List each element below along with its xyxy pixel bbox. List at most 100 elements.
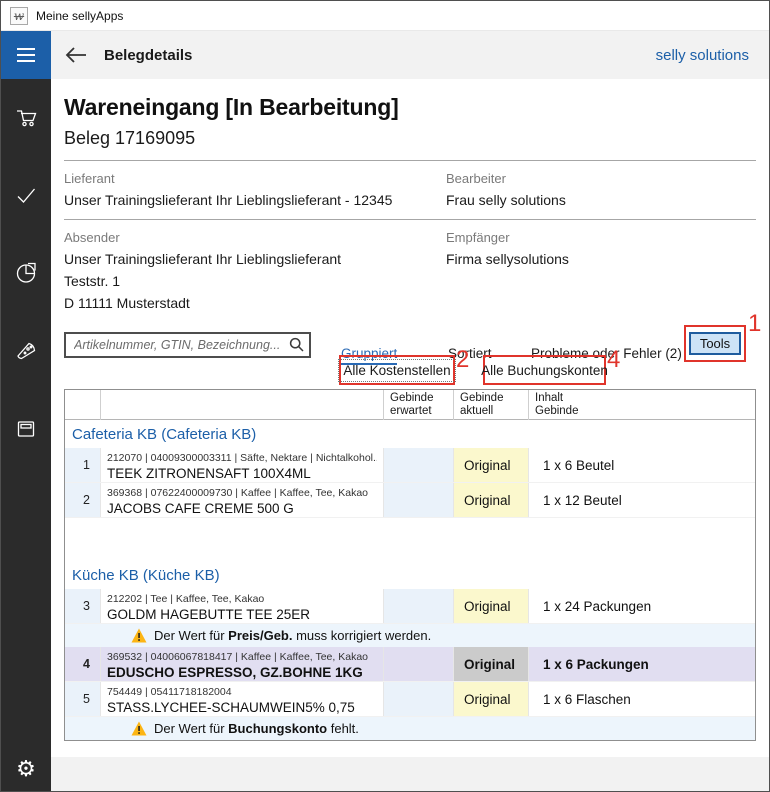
table-row[interactable]: 5 754449 | 05411718182004 STASS.LYCHEE-S…	[65, 682, 755, 717]
table-row[interactable]: 3 212202 | Tee | Kaffee, Tee, Kakao GOLD…	[65, 589, 755, 624]
check-icon[interactable]	[13, 182, 39, 208]
empfaenger-label: Empfänger	[446, 230, 756, 245]
app-header: Belegdetails selly solutions	[51, 31, 769, 79]
lieferant-label: Lieferant	[64, 171, 446, 186]
app-window: w Meine sellyApps	[0, 0, 770, 792]
warning-message: Der Wert für Buchungskonto fehlt.	[101, 717, 755, 740]
content-area: Wareneingang [In Bearbeitung] Beleg 1716…	[51, 79, 769, 757]
gebinde-aktuell-cell[interactable]: Original	[454, 448, 529, 482]
gebinde-erwartet-cell	[384, 647, 454, 681]
inhalt-gebinde-cell: 1 x 24 Packungen	[529, 589, 755, 623]
sidebar-nav	[13, 79, 39, 442]
document-title: Wareneingang [In Bearbeitung]	[64, 94, 756, 121]
absender-line: Teststr. 1	[64, 274, 446, 289]
absender-label: Absender	[64, 230, 446, 245]
inhalt-gebinde-cell: 1 x 6 Flaschen	[529, 682, 755, 716]
col-article	[101, 390, 384, 420]
inhalt-gebinde-cell: 1 x 12 Beutel	[529, 483, 755, 517]
annotation-box-2: Alle Kostenstellen	[339, 355, 455, 385]
lieferant-value: Unser Trainingslieferant Ihr Lieblingsli…	[64, 192, 446, 208]
group-header-kueche: Küche KB (Küche KB)	[65, 561, 755, 589]
article-meta: 212070 | 04009300003311 | Säfte, Nektare…	[107, 452, 377, 464]
pie-chart-icon[interactable]	[13, 260, 39, 286]
article-name: EDUSCHO ESPRESSO, GZ.BOHNE 1KG	[107, 665, 377, 680]
hamburger-menu-button[interactable]	[1, 31, 51, 79]
positions-table: Gebindeerwartet Gebindeaktuell InhaltGeb…	[64, 389, 756, 741]
gebinde-erwartet-cell	[384, 448, 454, 482]
pizza-icon[interactable]	[13, 338, 39, 364]
window-title: Meine sellyApps	[36, 9, 123, 23]
col-inhalt-gebinde: InhaltGebinde	[529, 390, 755, 420]
article-cell: 754449 | 05411718182004 STASS.LYCHEE-SCH…	[101, 682, 384, 716]
article-name: TEEK ZITRONENSAFT 100X4ML	[107, 466, 377, 481]
tools-button[interactable]: Tools	[689, 332, 741, 355]
gear-icon[interactable]: ⚙	[16, 759, 36, 781]
table-row[interactable]: 2 369368 | 07622400009730 | Kaffee | Kaf…	[65, 483, 755, 518]
gebinde-aktuell-cell[interactable]: Original	[454, 647, 529, 681]
article-name: STASS.LYCHEE-SCHAUMWEIN5% 0,75	[107, 700, 377, 715]
warning-message: Der Wert für Preis/Geb. muss korrigiert …	[101, 624, 755, 647]
gebinde-erwartet-cell	[384, 589, 454, 623]
gebinde-aktuell-cell[interactable]: Original	[454, 589, 529, 623]
app-logo-icon: w	[10, 7, 28, 25]
group-gap	[65, 518, 755, 561]
gebinde-erwartet-cell	[384, 682, 454, 716]
warning-icon	[131, 721, 147, 736]
article-cell: 212070 | 04009300003311 | Säfte, Nektare…	[101, 448, 384, 482]
kostenstellen-dropdown[interactable]: Alle Kostenstellen	[338, 359, 455, 382]
warning-gutter	[65, 717, 101, 740]
article-cell: 369368 | 07622400009730 | Kaffee | Kaffe…	[101, 483, 384, 517]
bottom-bar	[51, 757, 769, 791]
annotation-digit-4: 4	[607, 348, 620, 372]
back-button[interactable]	[64, 45, 88, 65]
warning-icon	[131, 628, 147, 643]
article-meta: 212202 | Tee | Kaffee, Tee, Kakao	[107, 593, 377, 605]
table-row[interactable]: 1 212070 | 04009300003311 | Säfte, Nekta…	[65, 448, 755, 483]
brand-label: selly solutions	[656, 47, 749, 64]
group-header-cafeteria: Cafeteria KB (Cafeteria KB)	[65, 420, 755, 448]
annotation-digit-1: 1	[748, 312, 761, 336]
empfaenger-value: Firma sellysolutions	[446, 252, 756, 267]
search-icon	[289, 337, 304, 357]
row-number: 2	[65, 483, 101, 517]
table-row-selected[interactable]: 4 369532 | 04006067818417 | Kaffee | Kaf…	[65, 647, 755, 682]
buchungskonten-dropdown[interactable]: Alle Buchungskonten	[476, 359, 613, 382]
annotation-box-4: Alle Buchungskonten	[483, 355, 606, 385]
article-meta: 754449 | 05411718182004	[107, 686, 377, 698]
absender-line: D 11111 Musterstadt	[64, 296, 446, 311]
annotation-digit-2: 2	[456, 348, 469, 372]
table-header-row: Gebindeerwartet Gebindeaktuell InhaltGeb…	[65, 390, 755, 420]
list-toolbar: Gruppiert Sortiert Probleme oder Fehler …	[64, 332, 756, 389]
absender-line: Unser Trainingslieferant Ihr Lieblingsli…	[64, 252, 446, 267]
col-gebinde-aktuell: Gebindeaktuell	[454, 390, 529, 420]
search-input[interactable]	[64, 332, 311, 358]
gebinde-aktuell-cell[interactable]: Original	[454, 682, 529, 716]
bearbeiter-label: Bearbeiter	[446, 171, 756, 186]
warning-row: Der Wert für Buchungskonto fehlt.	[65, 717, 755, 740]
sidebar: ⚙	[1, 31, 51, 791]
warning-row: Der Wert für Preis/Geb. muss korrigiert …	[65, 624, 755, 647]
warning-gutter	[65, 624, 101, 647]
inhalt-gebinde-cell: 1 x 6 Packungen	[529, 647, 755, 681]
article-cell: 369532 | 04006067818417 | Kaffee | Kaffe…	[101, 647, 384, 681]
cart-icon[interactable]	[13, 104, 39, 130]
article-name: JACOBS CAFE CREME 500 G	[107, 501, 377, 516]
gebinde-erwartet-cell	[384, 483, 454, 517]
gebinde-aktuell-cell[interactable]: Original	[454, 483, 529, 517]
fields-row-2: Absender Unser Trainingslieferant Ihr Li…	[64, 220, 756, 311]
inhalt-gebinde-cell: 1 x 6 Beutel	[529, 448, 755, 482]
row-number: 3	[65, 589, 101, 623]
col-number	[65, 390, 101, 420]
book-icon[interactable]	[13, 416, 39, 442]
bearbeiter-value: Frau selly solutions	[446, 192, 756, 208]
article-name: GOLDM HAGEBUTTE TEE 25ER	[107, 607, 377, 622]
article-meta: 369532 | 04006067818417 | Kaffee | Kaffe…	[107, 651, 377, 663]
document-number: Beleg 17169095	[64, 128, 756, 149]
title-bar: w Meine sellyApps	[1, 1, 769, 31]
row-number: 4	[65, 647, 101, 681]
fields-row-1: Lieferant Unser Trainingslieferant Ihr L…	[64, 161, 756, 208]
article-cell: 212202 | Tee | Kaffee, Tee, Kakao GOLDM …	[101, 589, 384, 623]
row-number: 5	[65, 682, 101, 716]
col-gebinde-erwartet: Gebindeerwartet	[384, 390, 454, 420]
row-number: 1	[65, 448, 101, 482]
